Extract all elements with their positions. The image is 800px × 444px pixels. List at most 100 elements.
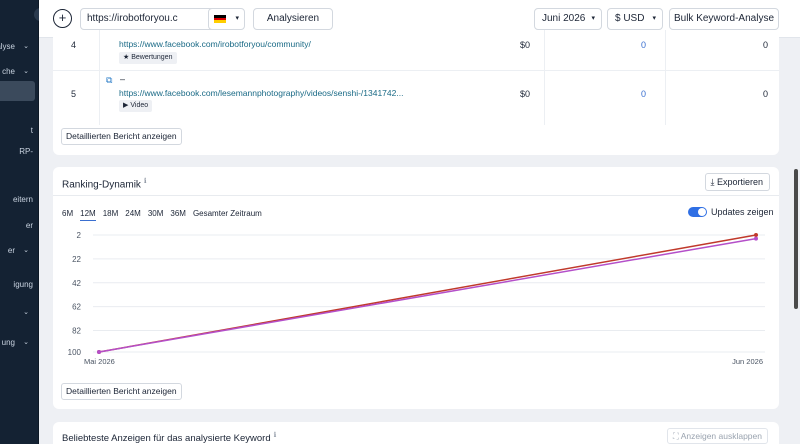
ranking-dynamics-card: Ranking-Dynamik ℹ ⤓ Exportieren 6M 12M 18M 2… bbox=[53, 167, 779, 409]
sidebar-item[interactable]: ⌄ bbox=[0, 306, 39, 320]
y-tick-label: 42 bbox=[72, 279, 81, 288]
table-row: 5 ⧉ – https://www.facebook.com/lesemannp… bbox=[53, 71, 779, 117]
info-icon[interactable]: ℹ bbox=[274, 432, 277, 439]
analyze-button[interactable]: Analysieren bbox=[253, 8, 333, 30]
cost-value: $0 bbox=[520, 40, 531, 50]
y-tick-label: 2 bbox=[77, 231, 82, 240]
sidebar-item[interactable]: alyse ⌄ bbox=[0, 40, 39, 54]
y-tick-label: 22 bbox=[72, 255, 81, 264]
sidebar-item[interactable]: er ⌄ bbox=[0, 244, 39, 258]
sidebar-item[interactable]: ung ⌄ bbox=[0, 336, 39, 350]
period-tab[interactable]: Gesamter Zeitraum bbox=[193, 209, 262, 220]
result-tag: ▶ Video bbox=[119, 100, 153, 112]
sidebar: alyse ⌄ che ⌄ t RP-eitern er er ⌄ igung ⌄ ung ⌄ bbox=[0, 0, 39, 444]
video-icon: ▶ bbox=[123, 102, 129, 109]
result-tag-label: Bewertungen bbox=[131, 54, 173, 61]
sidebar-active-item[interactable] bbox=[0, 81, 35, 101]
scrollbar-thumb[interactable] bbox=[794, 169, 798, 309]
add-icon[interactable]: + bbox=[53, 9, 72, 28]
result-url-link[interactable]: https://www.facebook.com/lesemannphotogr… bbox=[119, 88, 403, 98]
period-tab[interactable]: 18M bbox=[103, 209, 119, 220]
chevron-down-icon: ⌄ bbox=[23, 43, 29, 50]
germany-flag-icon bbox=[214, 15, 226, 23]
download-icon: ⤓ bbox=[710, 177, 715, 187]
y-tick-label: 62 bbox=[72, 303, 81, 312]
chevron-down-icon: ⌄ bbox=[23, 247, 29, 254]
y-tick-label: 82 bbox=[72, 327, 81, 336]
chevron-down-icon: ▾ bbox=[235, 15, 239, 22]
metric-value: 0 bbox=[763, 89, 769, 99]
ranking-title-text: Ranking-Dynamik bbox=[62, 179, 141, 191]
data-point[interactable] bbox=[97, 350, 101, 354]
page-scrollbar[interactable] bbox=[792, 38, 800, 444]
ads-title: Beliebteste Anzeigen für das analysierte… bbox=[62, 431, 276, 444]
chevron-down-icon: ▾ bbox=[591, 15, 595, 22]
top-ads-card: Beliebteste Anzeigen für das analysierte… bbox=[53, 422, 779, 444]
chevron-down-icon: ⌄ bbox=[23, 309, 29, 316]
metric-value[interactable]: 0 bbox=[641, 89, 646, 99]
data-point[interactable] bbox=[754, 233, 758, 237]
url-input-value: https://irobotforyou.c bbox=[87, 13, 178, 24]
period-tabs: 6M 12M 18M 24M 30M 36M Gesamter Zeitraum bbox=[62, 208, 269, 221]
sidebar-item-label: ung bbox=[1, 338, 15, 347]
sidebar-item-label: alyse bbox=[0, 42, 15, 51]
period-tab[interactable]: 24M bbox=[125, 209, 141, 220]
sidebar-item-label: che bbox=[2, 67, 15, 76]
period-tab[interactable]: 36M bbox=[170, 209, 186, 220]
sidebar-item[interactable]: igung bbox=[0, 278, 39, 292]
result-url-link[interactable]: https://www.facebook.com/irobotforyou/co… bbox=[119, 39, 311, 49]
result-title: – bbox=[120, 74, 126, 84]
result-tag: ★ Bewertungen bbox=[119, 52, 177, 64]
table-row: 4 https://www.facebook.com/irobotforyou/… bbox=[53, 30, 779, 70]
expand-ads-label: Anzeigen ausklappen bbox=[680, 431, 762, 441]
external-link-icon[interactable]: ⧉ bbox=[106, 75, 112, 86]
ads-title-text: Beliebteste Anzeigen für das analysierte… bbox=[62, 433, 271, 444]
month-select-value: Juni 2026 bbox=[542, 13, 586, 24]
ranking-chart: 222426282100Mai 2026 Jun 2026 bbox=[68, 231, 765, 366]
divider bbox=[53, 195, 779, 196]
expand-icon: ⛶ bbox=[672, 431, 679, 441]
month-select[interactable]: Juni 2026 ▾ bbox=[534, 8, 602, 30]
chevron-down-icon: ⌄ bbox=[23, 339, 29, 346]
chevron-down-icon: ⌄ bbox=[23, 68, 29, 75]
sidebar-item[interactable]: RP- bbox=[0, 145, 39, 159]
export-label: Exportieren bbox=[716, 177, 763, 187]
sidebar-item[interactable]: t bbox=[0, 124, 39, 138]
period-tab[interactable]: 12M bbox=[80, 209, 96, 221]
sidebar-item-label: er bbox=[25, 221, 33, 230]
currency-select-value: $ USD bbox=[615, 13, 645, 24]
serp-results-card: 4 https://www.facebook.com/irobotforyou/… bbox=[53, 30, 779, 155]
export-button[interactable]: ⤓ Exportieren bbox=[705, 173, 770, 191]
expand-ads-button[interactable]: ⛶ Anzeigen ausklappen bbox=[666, 428, 768, 444]
x-tick-label: Mai 2026 bbox=[84, 357, 115, 366]
row-index: 4 bbox=[71, 40, 77, 50]
metric-value[interactable]: 0 bbox=[641, 40, 646, 50]
updates-toggle[interactable] bbox=[688, 207, 707, 217]
sidebar-item-label: igung bbox=[13, 280, 33, 289]
result-tag-label: Video bbox=[130, 102, 149, 109]
ranking-title: Ranking-Dynamik ℹ bbox=[62, 177, 147, 190]
period-tab[interactable]: 30M bbox=[148, 209, 164, 220]
y-tick-label: 100 bbox=[68, 348, 82, 357]
updates-toggle-label: Updates zeigen bbox=[711, 207, 774, 217]
sidebar-item[interactable]: che ⌄ bbox=[0, 65, 39, 79]
bulk-keyword-analysis-button[interactable]: Bulk Keyword-Analyse bbox=[669, 8, 779, 30]
sidebar-item-label: eitern bbox=[12, 195, 33, 204]
sidebar-item-label: RP- bbox=[19, 147, 33, 156]
cost-value: $0 bbox=[520, 89, 531, 99]
detail-report-button[interactable]: Detaillierten Bericht anzeigen bbox=[61, 383, 182, 400]
chevron-down-icon: ▾ bbox=[652, 15, 656, 22]
currency-select[interactable]: $ USD ▾ bbox=[607, 8, 663, 30]
period-tab[interactable]: 6M bbox=[62, 209, 73, 220]
sidebar-item[interactable]: er bbox=[0, 219, 39, 233]
country-select[interactable]: ▾ bbox=[208, 8, 245, 30]
metric-value: 0 bbox=[763, 40, 769, 50]
detail-report-button[interactable]: Detaillierten Bericht anzeigen bbox=[61, 128, 182, 145]
star-icon: ★ bbox=[123, 54, 130, 61]
info-icon[interactable]: ℹ bbox=[144, 178, 147, 185]
series-line bbox=[98, 237, 757, 353]
data-point[interactable] bbox=[754, 236, 758, 241]
sidebar-item-label: t bbox=[30, 126, 33, 135]
sidebar-item-label: er bbox=[7, 246, 15, 255]
sidebar-item[interactable]: eitern bbox=[0, 193, 39, 207]
